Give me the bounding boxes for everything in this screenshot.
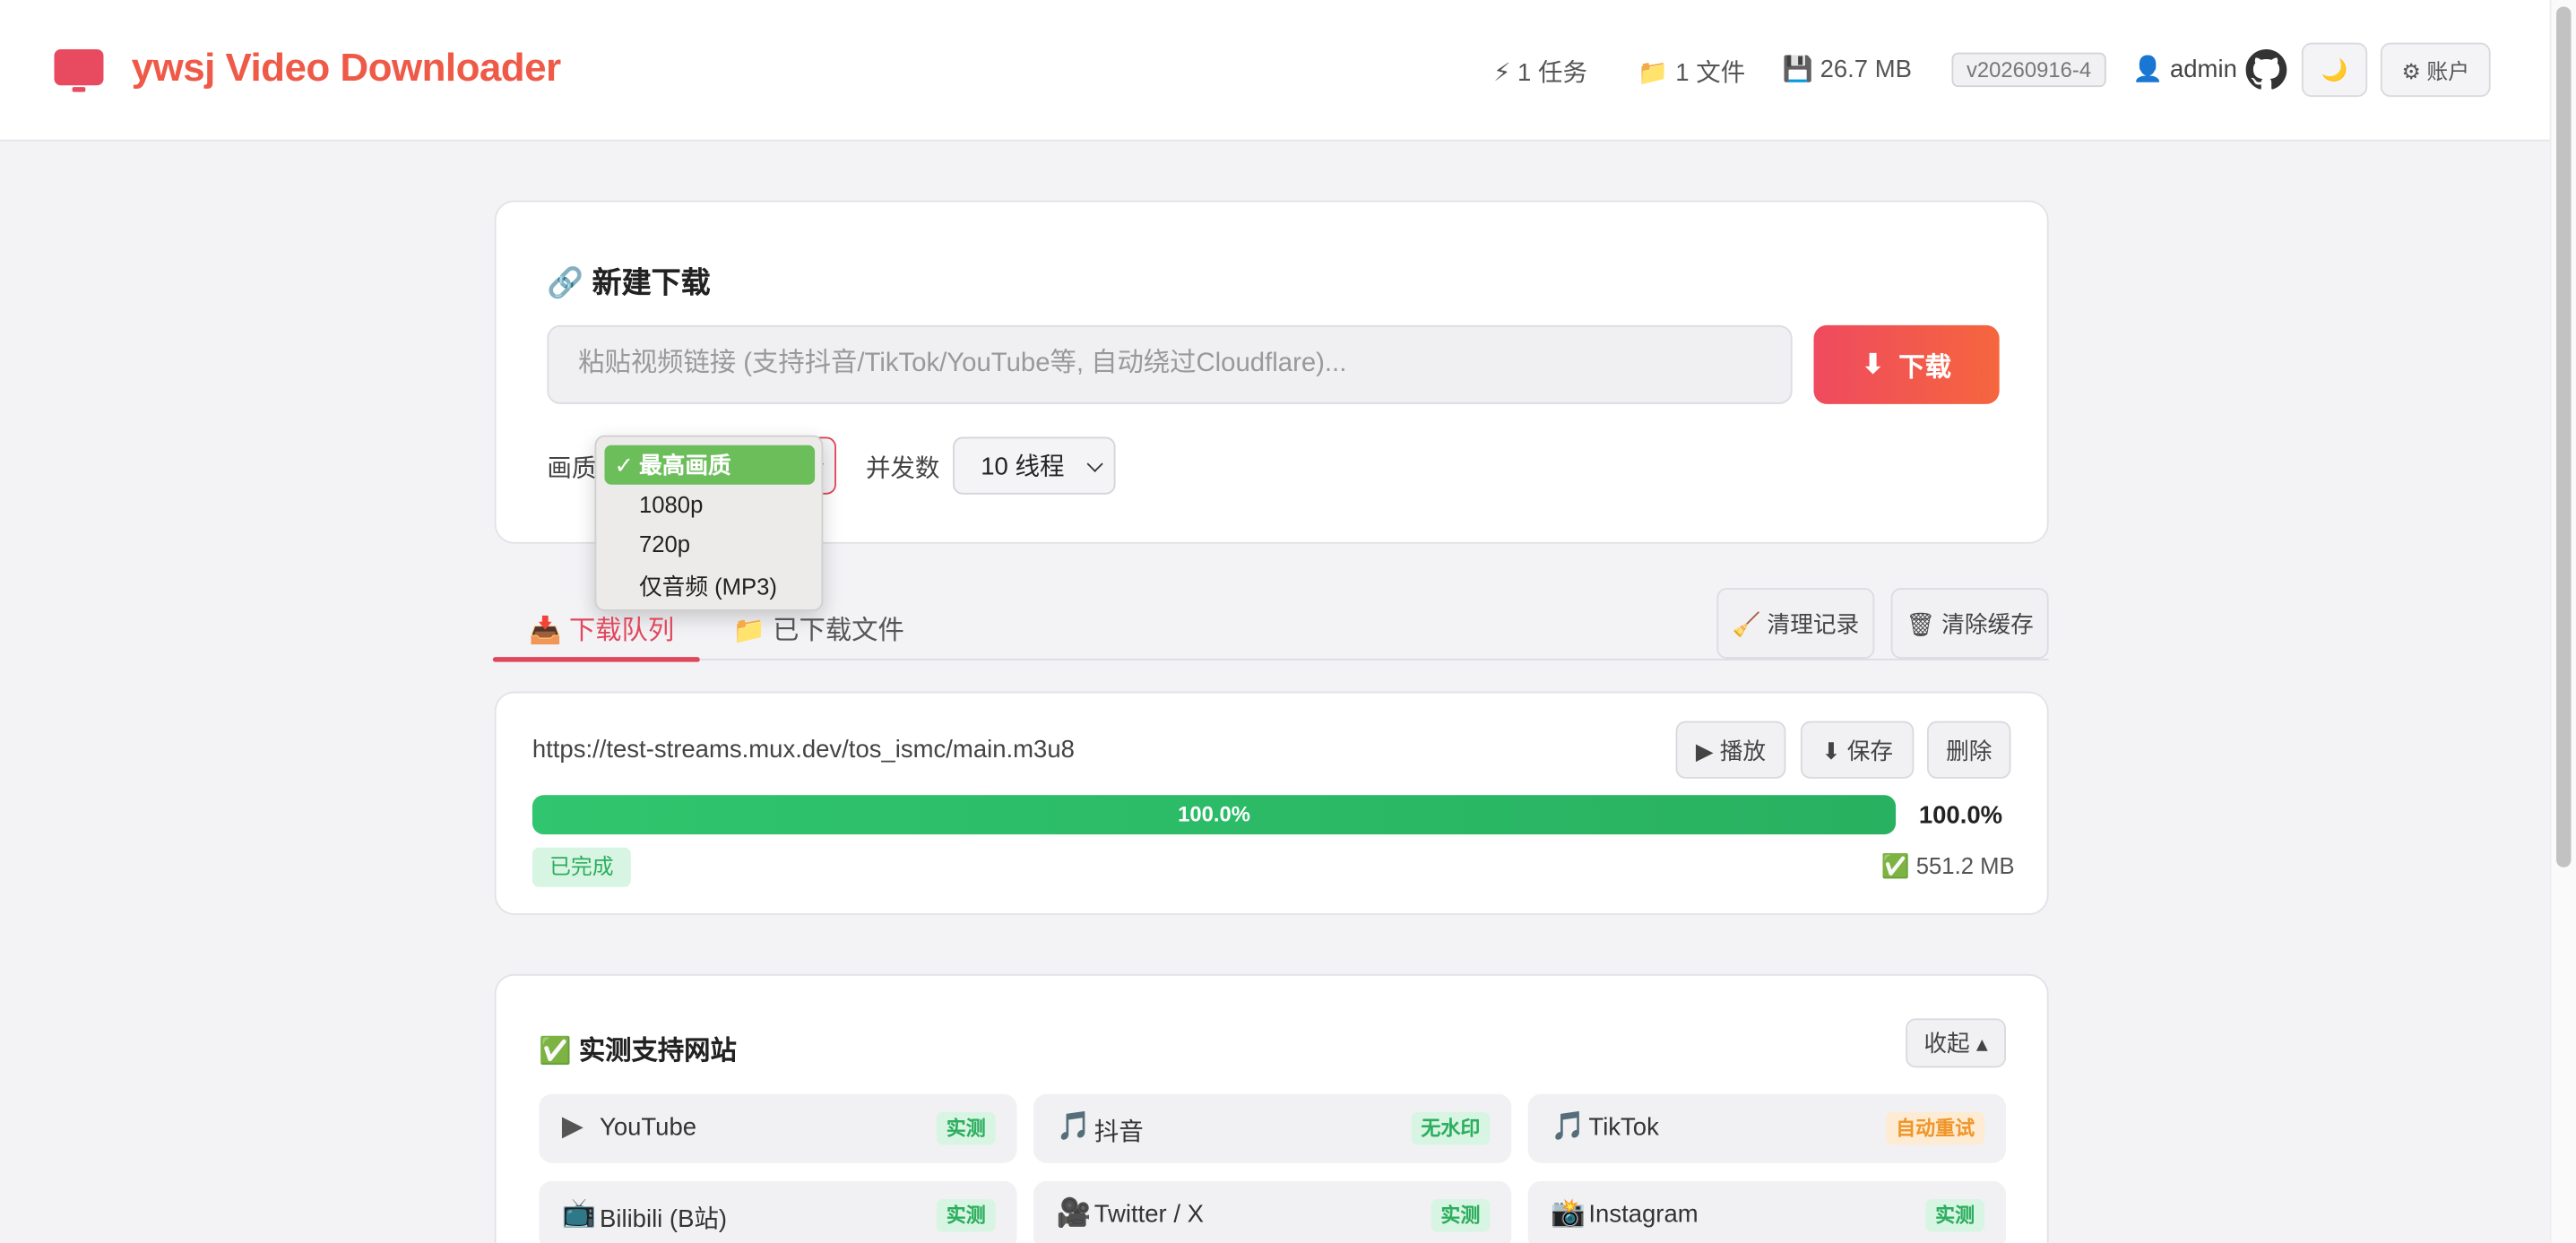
site-name: Bilibili (B站)	[600, 1205, 728, 1234]
quality-option-audio[interactable]: 仅音频 (MP3)	[639, 570, 777, 603]
clear-history-button[interactable]: 🧹 清理记录	[1716, 588, 1875, 659]
site-icon: 🎥	[1056, 1197, 1092, 1230]
site-item: 🎵 TikTok 自动重试	[1527, 1093, 2006, 1163]
file-size: ✅ 551.2 MB	[1880, 852, 2015, 879]
site-badge: 实测	[1925, 1199, 1985, 1232]
progress-bar: 100.0%	[532, 795, 1897, 835]
quality-dropdown: ✓ 最高画质 1080p 720p 仅音频 (MP3)	[594, 435, 824, 611]
tv-logo-icon	[54, 48, 104, 92]
site-name: Twitter / X	[1094, 1200, 1204, 1230]
quality-option-1080p[interactable]: 1080p	[639, 491, 703, 517]
supported-sites-card: ✅ 实测支持网站 收起 ▴ ▶ YouTube 实测 🎵 抖音 无水印 🎵 TikTok 自动重…	[494, 973, 2049, 1243]
delete-button[interactable]: 删除	[1926, 721, 2011, 779]
site-name: Instagram	[1588, 1200, 1699, 1230]
download-button-label: 下载	[1898, 354, 1951, 384]
save-button[interactable]: ⬇ 保存	[1800, 721, 1915, 779]
url-input[interactable]	[547, 324, 1793, 404]
site-badge: 实测	[1431, 1199, 1491, 1232]
concurrency-select[interactable]: 10 线程	[953, 436, 1116, 495]
app-title: ywsj Video Downloader	[131, 46, 562, 91]
moon-icon: 🌙	[2321, 56, 2348, 82]
queue-item-url: https://test-streams.mux.dev/tos_ismc/ma…	[532, 736, 1075, 764]
site-name: YouTube	[600, 1113, 697, 1142]
concurrency-value: 10 线程	[981, 453, 1065, 482]
file-count: 📁 1 文件	[1638, 58, 1746, 88]
site-name: 抖音	[1094, 1118, 1144, 1147]
check-icon: ✓	[614, 452, 635, 479]
clear-cache-button[interactable]: 🗑 清除缓存	[1890, 588, 2049, 659]
task-count: ⚡ 1 任务	[1493, 58, 1587, 88]
tab-divider	[492, 658, 2049, 660]
user-name[interactable]: 👤 admin	[2132, 54, 2237, 83]
download-icon: ⬇	[1862, 351, 1884, 380]
storage-usage: 💾 26.7 MB	[1782, 56, 1912, 84]
site-badge: 自动重试	[1886, 1111, 1985, 1145]
version-badge: v20260916-4	[1951, 52, 2106, 88]
site-badge: 实测	[936, 1111, 996, 1145]
scrollbar-thumb[interactable]	[2555, 6, 2572, 868]
collapse-button[interactable]: 收起 ▴	[1906, 1018, 2006, 1068]
site-icon: 📺	[561, 1197, 597, 1230]
site-badge: 无水印	[1411, 1111, 1491, 1145]
site-icon: 📸	[1551, 1197, 1586, 1230]
chevron-down-icon	[1086, 455, 1103, 472]
tab-download-queue[interactable]: 📥 下载队列	[529, 608, 674, 647]
quality-label: 画质	[547, 454, 597, 483]
quality-option-720p[interactable]: 720p	[639, 531, 690, 557]
github-icon[interactable]	[2245, 48, 2287, 91]
status-badge: 已完成	[532, 847, 631, 887]
site-item: ▶ YouTube 实测	[539, 1093, 1017, 1163]
play-button[interactable]: ▶ 播放	[1675, 721, 1786, 779]
site-item: 📺 Bilibili (B站) 实测	[539, 1180, 1017, 1243]
progress-percent: 100.0%	[1918, 801, 2003, 830]
account-button[interactable]: ⚙ 账户	[2380, 42, 2491, 98]
app-header: ywsj Video Downloader ⚡ 1 任务 📁 1 文件 💾 26…	[0, 0, 2550, 142]
site-item: 🎥 Twitter / X 实测	[1033, 1180, 1512, 1243]
site-icon: 🎵	[1551, 1110, 1586, 1144]
site-badge: 实测	[936, 1199, 996, 1232]
site-name: TikTok	[1588, 1113, 1659, 1142]
download-button[interactable]: ⬇ 下载	[1813, 324, 2000, 404]
tab-active-indicator	[492, 657, 700, 662]
tab-downloaded-files[interactable]: 📁 已下载文件	[732, 608, 903, 647]
quality-option-best[interactable]: ✓ 最高画质	[604, 445, 816, 485]
site-item: 📸 Instagram 实测	[1527, 1180, 2006, 1243]
supported-sites-title: ✅ 实测支持网站	[539, 1038, 737, 1066]
progress-bar-text: 100.0%	[1178, 801, 1250, 826]
site-item: 🎵 抖音 无水印	[1033, 1093, 1512, 1163]
theme-toggle-button[interactable]: 🌙	[2301, 42, 2368, 98]
site-icon: 🎵	[1056, 1110, 1092, 1144]
concurrency-label: 并发数	[865, 454, 940, 483]
new-download-title: 🔗 新建下载	[547, 265, 711, 299]
site-icon: ▶	[561, 1110, 583, 1144]
queue-item-card: https://test-streams.mux.dev/tos_ismc/ma…	[494, 691, 2049, 915]
